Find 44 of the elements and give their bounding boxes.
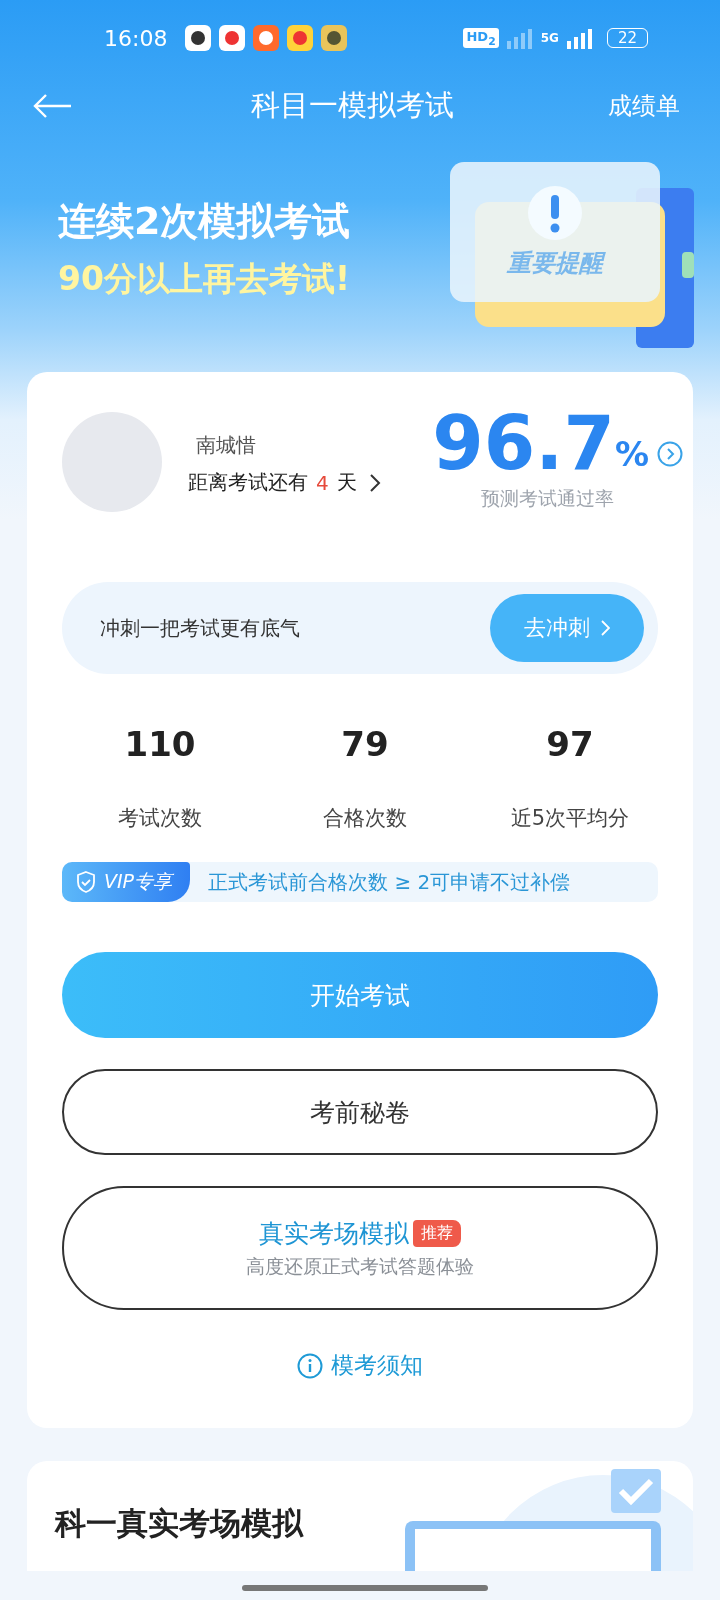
report-card-link[interactable]: 成绩单 [608, 90, 680, 122]
shield-check-icon [76, 871, 96, 893]
chevron-right-icon [600, 619, 610, 637]
info-icon [297, 1352, 323, 1379]
user-name: 南城惜 [196, 432, 257, 459]
start-exam-button[interactable]: 开始考试 [62, 952, 658, 1038]
percent-sign: % [614, 434, 649, 474]
secret-paper-button[interactable]: 考前秘卷 [62, 1069, 658, 1155]
back-button[interactable] [32, 94, 72, 118]
stat-label: 近5次平均分 [510, 805, 630, 832]
hd-badge: HD$_{2}$ [463, 27, 499, 49]
stat-label: 合格次数 [323, 805, 407, 832]
app-notification-icon [185, 25, 212, 51]
pass-rate-caption: 预测考试通过率 [481, 486, 615, 511]
banner-headline: 连续2次模拟考试 [58, 198, 351, 245]
banner-subheadline: 90分以上再去考试! [58, 258, 351, 300]
vip-label: VIP专享 [104, 869, 173, 894]
app-notification-icon [287, 25, 314, 51]
status-time: 16:08 [104, 25, 168, 51]
section-title: 科一真实考场模拟 [55, 1504, 303, 1543]
battery-indicator: 22 [606, 28, 648, 48]
chevron-right-icon [368, 472, 381, 493]
app-notification-icon [219, 25, 246, 51]
stat-value: 79 [341, 724, 389, 764]
signal-icon [504, 27, 535, 49]
page-title: 科目一模拟考试 [250, 87, 454, 124]
exclamation-icon [527, 184, 583, 241]
signal-icon [564, 27, 595, 49]
sprint-button[interactable]: 去冲刺 [490, 594, 644, 662]
real-exam-simulation-button[interactable]: 真实考场模拟 推荐 高度还原正式考试答题体验 [62, 1186, 658, 1310]
sprint-text: 冲刺一把考试更有底气 [100, 614, 300, 642]
vip-benefit-text: 正式考试前合格次数 ≥ 2可申请不过补偿 [208, 868, 571, 896]
chevron-circle-icon [657, 441, 683, 467]
network-label: 5G [540, 31, 559, 45]
exam-countdown[interactable]: 距离考试还有 4 天 [188, 469, 381, 496]
back-arrow-icon [32, 94, 72, 118]
stat-value: 110 [124, 724, 196, 764]
exam-notice-link[interactable]: 模考须知 [297, 1350, 423, 1381]
pass-rate-value: 96.7 [432, 400, 615, 486]
stat-value: 97 [546, 724, 594, 764]
app-notification-icon [253, 25, 280, 51]
recommended-tag: 推荐 [413, 1219, 461, 1247]
stat-label: 考试次数 [118, 805, 202, 832]
app-notification-icon [321, 25, 348, 51]
